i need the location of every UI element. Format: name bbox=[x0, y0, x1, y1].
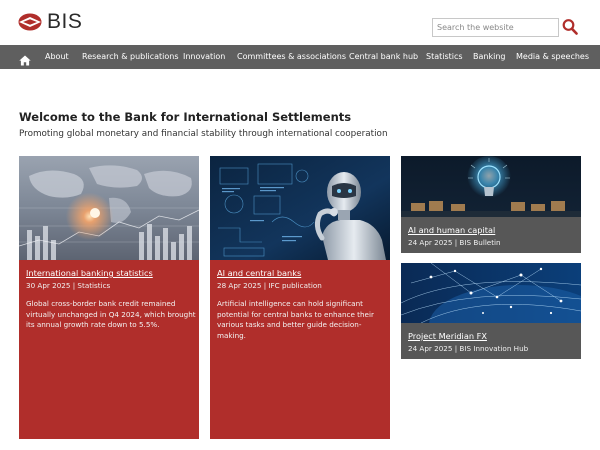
nav-item-research-publications[interactable]: Research & publications bbox=[82, 45, 178, 69]
card-meta: 30 Apr 2025 | Statistics bbox=[26, 281, 111, 290]
card-image-globe-network bbox=[401, 263, 581, 323]
card-meta: 24 Apr 2025 | BIS Innovation Hub bbox=[408, 344, 529, 353]
search-icon bbox=[562, 19, 578, 35]
card-body: AI and central banks 28 Apr 2025 | IFC p… bbox=[210, 260, 390, 439]
nav-item-banking[interactable]: Banking bbox=[473, 45, 505, 69]
search-input[interactable] bbox=[432, 18, 559, 37]
nav-item-about[interactable]: About bbox=[45, 45, 69, 69]
card-project-meridian-fx[interactable]: Project Meridian FX 24 Apr 2025 | BIS In… bbox=[401, 263, 581, 359]
card-body: AI and human capital 24 Apr 2025 | BIS B… bbox=[401, 217, 581, 253]
bis-logo[interactable]: BIS bbox=[18, 10, 83, 33]
main-nav: About Research & publications Innovation… bbox=[0, 45, 600, 69]
card-title-link[interactable]: Project Meridian FX bbox=[408, 331, 574, 341]
card-description: Artificial intelligence can hold signifi… bbox=[217, 299, 374, 340]
card-title-link[interactable]: International banking statistics bbox=[26, 268, 192, 278]
card-international-banking-statistics[interactable]: International banking statistics 30 Apr … bbox=[19, 156, 199, 439]
logo-text: BIS bbox=[47, 10, 83, 33]
page-subtitle: Promoting global monetary and financial … bbox=[19, 129, 388, 139]
nav-item-statistics[interactable]: Statistics bbox=[426, 45, 463, 69]
nav-item-central-bank-hub[interactable]: Central bank hub bbox=[349, 45, 418, 69]
nav-item-media-speeches[interactable]: Media & speeches bbox=[516, 45, 589, 69]
bis-logo-icon bbox=[18, 13, 42, 31]
card-title-link[interactable]: AI and human capital bbox=[408, 225, 574, 235]
card-body: Project Meridian FX 24 Apr 2025 | BIS In… bbox=[401, 323, 581, 359]
card-meta: 28 Apr 2025 | IFC publication bbox=[217, 281, 322, 290]
home-icon bbox=[19, 55, 31, 66]
card-body: International banking statistics 30 Apr … bbox=[19, 260, 199, 439]
card-image-robot bbox=[210, 156, 390, 260]
page-title: Welcome to the Bank for International Se… bbox=[19, 110, 352, 124]
card-title-link[interactable]: AI and central banks bbox=[217, 268, 383, 278]
nav-item-innovation[interactable]: Innovation bbox=[183, 45, 225, 69]
search-button[interactable] bbox=[562, 18, 578, 36]
card-meta: 24 Apr 2025 | BIS Bulletin bbox=[408, 238, 501, 247]
card-image-world-map bbox=[19, 156, 199, 260]
nav-item-committees-associations[interactable]: Committees & associations bbox=[237, 45, 346, 69]
card-image-lightbulb bbox=[401, 156, 581, 217]
home-button[interactable] bbox=[19, 51, 31, 66]
card-description: Global cross-border bank credit remained… bbox=[26, 299, 196, 329]
card-ai-and-human-capital[interactable]: AI and human capital 24 Apr 2025 | BIS B… bbox=[401, 156, 581, 253]
site-header: BIS bbox=[0, 0, 600, 45]
card-ai-and-central-banks[interactable]: AI and central banks 28 Apr 2025 | IFC p… bbox=[210, 156, 390, 439]
